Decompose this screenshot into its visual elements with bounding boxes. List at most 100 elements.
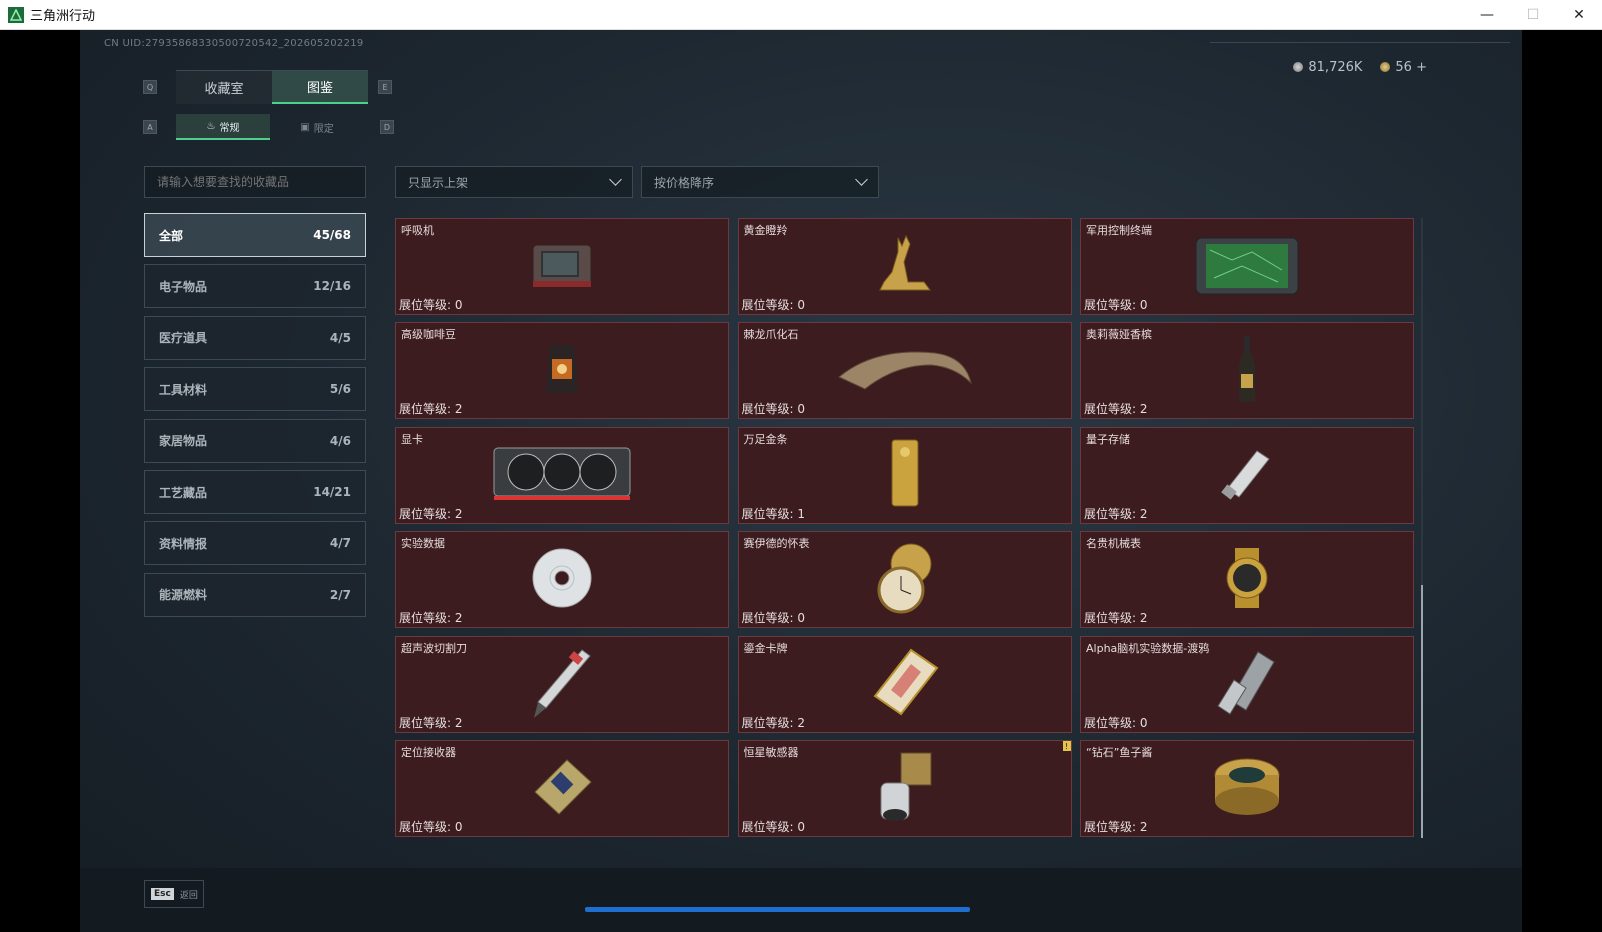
item-level: 展位等级: 0 xyxy=(742,818,806,835)
item-card[interactable]: 万足金条 展位等级: 1 xyxy=(737,426,1072,524)
item-card[interactable]: 量子存储 展位等级: 2 xyxy=(1080,426,1414,524)
level-prefix: 展位等级: xyxy=(399,298,452,312)
claw-fossil-icon xyxy=(835,343,975,399)
level-value: 0 xyxy=(1139,715,1148,730)
letterbox-left xyxy=(0,30,80,932)
add-currency-button[interactable]: + xyxy=(1416,60,1427,75)
item-name: 黄金瞪羚 xyxy=(743,224,788,237)
category-item[interactable]: 能源燃料 2/7 xyxy=(144,572,366,617)
category-count: 5/6 xyxy=(329,382,351,397)
category-count: 4/6 xyxy=(329,433,351,448)
category-item[interactable]: 工具材料 5/6 xyxy=(144,367,366,412)
military-terminal-icon xyxy=(1192,230,1302,304)
item-card[interactable]: “钻石”鱼子酱 展位等级: 2 xyxy=(1080,740,1414,837)
item-card[interactable]: 名贵机械表 展位等级: 2 xyxy=(1080,531,1414,629)
level-prefix: 展位等级: xyxy=(1084,402,1137,417)
back-button[interactable]: Esc 返回 xyxy=(144,880,204,908)
item-level: 展位等级: 0 xyxy=(1084,296,1148,313)
tab-collection-room[interactable]: 收藏室 xyxy=(176,70,272,104)
category-item[interactable]: 资料情报 4/7 xyxy=(144,521,366,566)
subtab-regular[interactable]: ♨ 常规 xyxy=(176,114,270,140)
category-item[interactable]: 家居物品 4/6 xyxy=(144,418,366,463)
sort-value: 按价格降序 xyxy=(654,175,715,190)
item-name: 恒星敏感器 xyxy=(743,746,799,759)
level-value: 2 xyxy=(1139,506,1148,521)
gold-gazelle-icon xyxy=(870,232,940,302)
sort-dropdown[interactable]: 按价格降序 xyxy=(641,166,879,198)
category-label: 家居物品 xyxy=(159,434,208,449)
item-card[interactable]: 定位接收器 展位等级: 0 xyxy=(395,740,729,837)
item-name: 名贵机械表 xyxy=(1086,537,1141,551)
item-level: 展位等级: 1 xyxy=(742,505,806,522)
item-name: 实验数据 xyxy=(401,537,445,551)
level-prefix: 展位等级: xyxy=(741,820,794,834)
listing-filter-dropdown[interactable]: 只显示上架 xyxy=(395,166,633,198)
item-level: 展位等级: 2 xyxy=(399,714,463,731)
item-level: 展位等级: 2 xyxy=(1084,400,1148,417)
item-card[interactable]: 军用控制终端 展位等级: 0 xyxy=(1080,218,1414,315)
receiver-icon xyxy=(527,752,597,826)
level-prefix: 展位等级: xyxy=(1084,715,1137,730)
item-card[interactable]: Alpha脑机实验数据-渡鸦 展位等级: 0 xyxy=(1080,635,1414,733)
item-card[interactable]: 恒星敏感器 展位等级: 0 ! xyxy=(737,740,1072,837)
ventilator-icon xyxy=(529,239,595,295)
item-card[interactable]: 显卡 展位等级: 2 xyxy=(395,426,729,524)
item-card[interactable]: 鎏金卡牌 展位等级: 2 xyxy=(737,635,1072,733)
item-level: 展位等级: 2 xyxy=(742,714,806,731)
item-level: 展位等级: 2 xyxy=(1084,609,1148,626)
gold-bar-icon xyxy=(888,438,922,512)
level-prefix: 展位等级: xyxy=(1084,298,1137,312)
alert-badge: ! xyxy=(1062,741,1071,751)
item-card[interactable]: 高级咖啡豆 展位等级: 2 xyxy=(395,322,729,420)
gpu-icon xyxy=(490,442,634,508)
window-titlebar: 三角洲行动 — ☐ ✕ xyxy=(0,0,1602,30)
key-hint-a: A xyxy=(143,120,157,134)
category-label: 资料情报 xyxy=(159,536,208,551)
item-level: 展位等级: 2 xyxy=(399,505,463,522)
category-item[interactable]: 电子物品 12/16 xyxy=(144,264,366,309)
level-value: 0 xyxy=(797,611,806,626)
subtab-limited[interactable]: ▣ 限定 xyxy=(270,114,364,140)
item-name: 万足金条 xyxy=(743,432,788,446)
item-card[interactable]: 实验数据 展位等级: 2 xyxy=(395,531,729,629)
silver-currency: 81,726K xyxy=(1293,60,1362,75)
esc-key-label: Esc xyxy=(151,888,174,900)
item-name: 定位接收器 xyxy=(401,746,456,759)
level-value: 0 xyxy=(797,298,806,312)
item-name: 鎏金卡牌 xyxy=(743,641,788,655)
item-card[interactable]: 超声波切割刀 展位等级: 2 xyxy=(395,635,729,733)
item-name: 高级咖啡豆 xyxy=(401,328,456,342)
item-name: Alpha脑机实验数据-渡鸦 xyxy=(1086,641,1210,655)
item-card[interactable]: 奥莉薇娅香槟 展位等级: 2 xyxy=(1080,322,1414,420)
category-label: 医疗道具 xyxy=(159,331,208,346)
close-button[interactable]: ✕ xyxy=(1556,0,1602,30)
item-card[interactable]: 赛伊德的怀表 展位等级: 0 xyxy=(737,531,1072,629)
level-prefix: 展位等级: xyxy=(1084,506,1137,521)
subtab-regular-label: 常规 xyxy=(219,122,240,134)
maximize-button[interactable]: ☐ xyxy=(1510,0,1556,30)
category-label: 工艺藏品 xyxy=(159,485,208,500)
game-viewport: CN UID:2793586833050072054​2_20260520221… xyxy=(0,30,1602,932)
item-name: 赛伊德的怀表 xyxy=(743,537,810,551)
scrollbar-thumb[interactable] xyxy=(1421,585,1423,838)
item-card[interactable]: 呼吸机 展位等级: 0 xyxy=(395,218,729,315)
level-prefix: 展位等级: xyxy=(741,611,794,626)
item-card[interactable]: 黄金瞪羚 展位等级: 0 xyxy=(737,218,1072,315)
search-input[interactable] xyxy=(144,166,366,198)
letterbox-right xyxy=(1522,30,1602,932)
minimize-button[interactable]: — xyxy=(1464,0,1510,30)
tab-catalog[interactable]: 图鉴 xyxy=(272,70,368,104)
category-item[interactable]: 全部 45/68 xyxy=(144,213,366,257)
level-prefix: 展位等级: xyxy=(741,298,794,312)
level-value: 2 xyxy=(454,715,463,730)
disc-icon xyxy=(530,546,594,614)
gold-currency: 56 + xyxy=(1380,60,1427,75)
item-card[interactable]: 棘龙爪化石 展位等级: 0 xyxy=(737,322,1072,420)
category-item[interactable]: 工艺藏品 14/21 xyxy=(144,470,366,514)
level-value: 0 xyxy=(1139,298,1148,312)
champagne-icon xyxy=(1236,334,1258,408)
category-item[interactable]: 医疗道具 4/5 xyxy=(144,315,366,360)
level-prefix: 展位等级: xyxy=(399,506,452,521)
key-hint-q: Q xyxy=(143,80,157,94)
level-value: 1 xyxy=(797,506,806,521)
